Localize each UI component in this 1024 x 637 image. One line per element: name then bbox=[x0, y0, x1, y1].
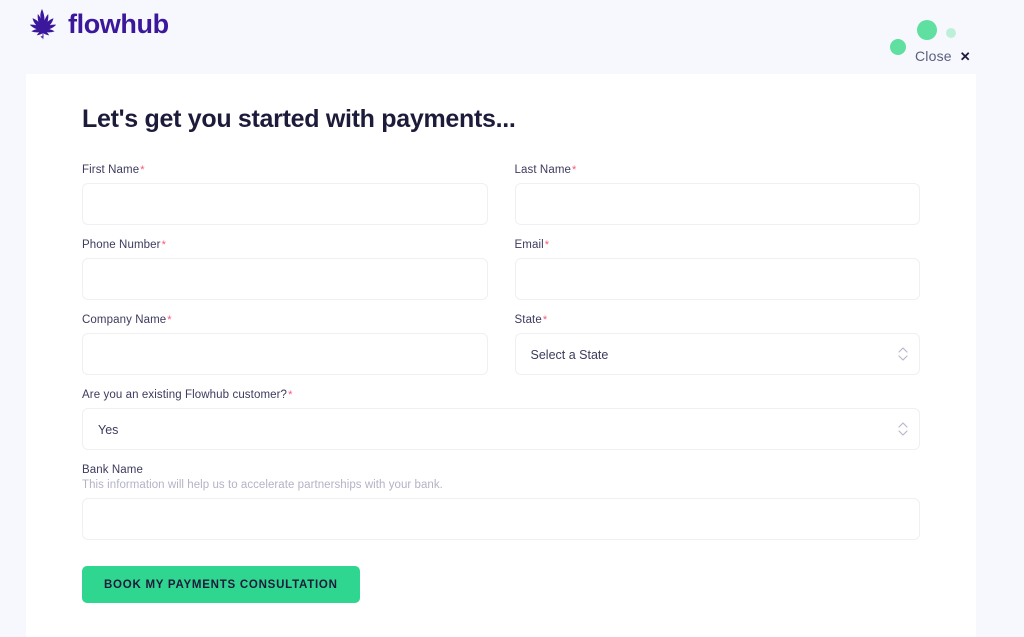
required-marker: * bbox=[572, 164, 577, 176]
label-text: State bbox=[514, 314, 542, 326]
required-marker: * bbox=[161, 239, 166, 251]
label-text: First Name bbox=[82, 164, 140, 176]
field-last-name: Last Name* bbox=[514, 164, 921, 225]
label-last-name: Last Name* bbox=[515, 164, 921, 176]
submit-row: BOOK MY PAYMENTS CONSULTATION bbox=[82, 566, 920, 603]
field-first-name: First Name* bbox=[82, 164, 488, 225]
top-bar: flowhub Close ✕ bbox=[0, 0, 1024, 74]
label-text: Bank Name bbox=[82, 464, 143, 476]
page-title: Let's get you started with payments... bbox=[82, 105, 516, 133]
decorative-dot-large bbox=[917, 20, 937, 40]
decorative-dot-faded bbox=[946, 28, 956, 38]
company-name-input[interactable] bbox=[82, 333, 488, 375]
close-label: Close bbox=[915, 48, 952, 64]
state-select-value: Select a State bbox=[530, 348, 609, 362]
existing-customer-select-value: Yes bbox=[98, 423, 119, 437]
form-row: First Name* Last Name* bbox=[82, 164, 920, 225]
decorative-dot-small-left bbox=[890, 39, 906, 55]
existing-customer-select[interactable]: Yes bbox=[82, 408, 920, 450]
form-card: Let's get you started with payments... F… bbox=[26, 74, 976, 637]
bank-name-input[interactable] bbox=[82, 498, 920, 540]
label-text: Last Name bbox=[514, 164, 572, 176]
payments-signup-form: First Name* Last Name* Phone Number* Ema… bbox=[82, 164, 920, 603]
field-phone-number: Phone Number* bbox=[82, 239, 488, 300]
last-name-input[interactable] bbox=[514, 183, 920, 225]
required-marker: * bbox=[167, 314, 172, 326]
required-marker: * bbox=[544, 239, 550, 251]
form-row: Bank Name This information will help us … bbox=[82, 464, 920, 540]
label-email: Email* bbox=[515, 239, 921, 251]
field-state: State* Select a State bbox=[514, 314, 921, 375]
label-first-name: First Name* bbox=[82, 164, 488, 176]
label-existing-customer: Are you an existing Flowhub customer?* bbox=[82, 389, 920, 401]
brand-name: flowhub bbox=[68, 8, 169, 39]
label-state: State* bbox=[515, 314, 921, 326]
field-bank-name: Bank Name This information will help us … bbox=[82, 464, 920, 540]
phone-number-input[interactable] bbox=[82, 258, 488, 300]
required-marker: * bbox=[288, 389, 293, 401]
close-button[interactable]: Close ✕ bbox=[915, 48, 971, 64]
required-marker: * bbox=[542, 314, 548, 326]
state-select[interactable]: Select a State bbox=[514, 333, 920, 375]
existing-customer-select-box[interactable]: Yes bbox=[82, 408, 920, 450]
label-text: Email bbox=[514, 239, 544, 251]
state-select-box[interactable]: Select a State bbox=[514, 333, 920, 375]
email-input[interactable] bbox=[514, 258, 920, 300]
bank-name-helper-text: This information will help us to acceler… bbox=[82, 479, 443, 491]
form-row: Company Name* State* Select a State bbox=[82, 314, 920, 375]
book-consultation-button[interactable]: BOOK MY PAYMENTS CONSULTATION bbox=[82, 566, 360, 603]
close-x-icon[interactable]: ✕ bbox=[960, 50, 971, 63]
label-phone-number: Phone Number* bbox=[82, 239, 488, 251]
form-row: Phone Number* Email* bbox=[82, 239, 920, 300]
label-text: Phone Number bbox=[82, 239, 161, 251]
label-company-name: Company Name* bbox=[82, 314, 488, 326]
required-marker: * bbox=[140, 164, 145, 176]
form-row: Are you an existing Flowhub customer?* Y… bbox=[82, 389, 920, 450]
field-email: Email* bbox=[514, 239, 921, 300]
cannabis-leaf-icon bbox=[25, 8, 59, 40]
label-text: Are you an existing Flowhub customer? bbox=[82, 389, 288, 401]
label-bank-name: Bank Name bbox=[82, 464, 920, 476]
label-text: Company Name bbox=[82, 314, 167, 326]
brand-logo[interactable]: flowhub bbox=[25, 8, 169, 40]
field-company-name: Company Name* bbox=[82, 314, 488, 375]
field-existing-customer: Are you an existing Flowhub customer?* Y… bbox=[82, 389, 920, 450]
first-name-input[interactable] bbox=[82, 183, 488, 225]
